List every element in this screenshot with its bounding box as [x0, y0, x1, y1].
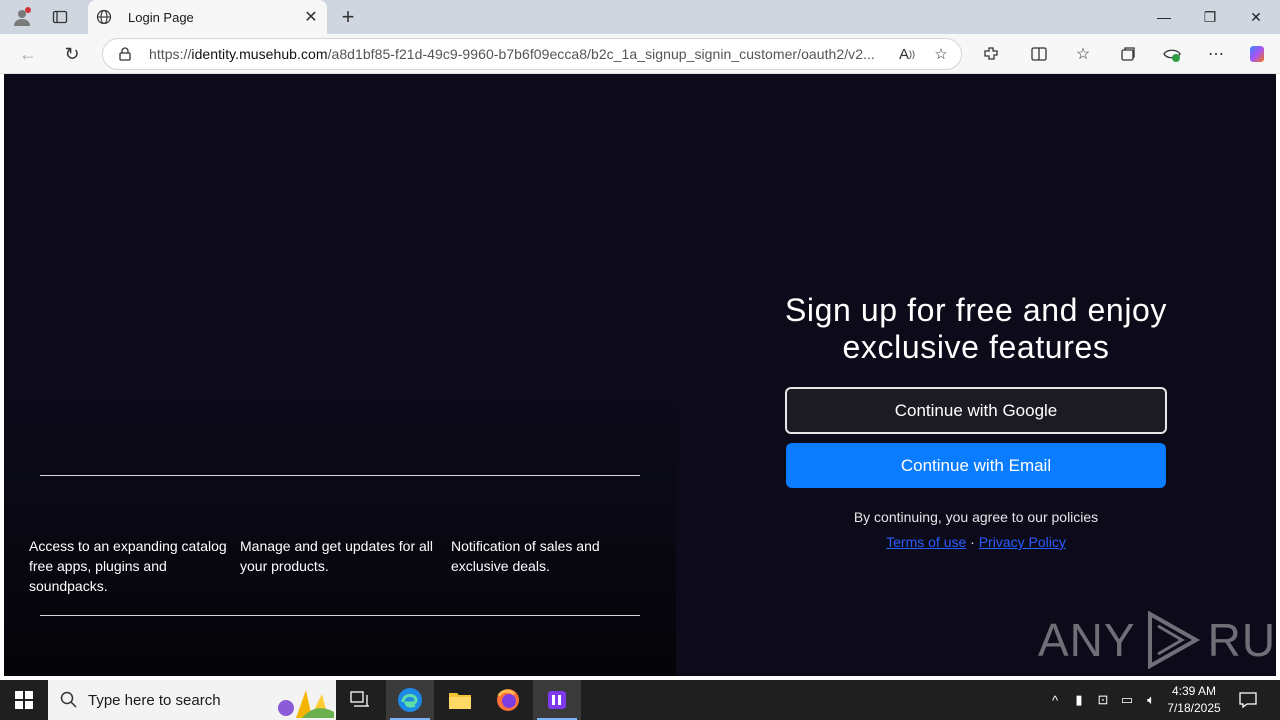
- top-divider: [40, 475, 640, 476]
- favorites-icon[interactable]: ☆: [1071, 42, 1095, 66]
- watermark-left: ANY: [1038, 614, 1136, 666]
- profile-icon[interactable]: [10, 5, 34, 29]
- link-separator: ·: [970, 534, 975, 550]
- search-icon: [60, 691, 77, 708]
- page-title: Sign up for free and enjoy exclusive fea…: [784, 292, 1168, 365]
- task-view-icon[interactable]: [336, 680, 384, 720]
- terms-of-use-link[interactable]: Terms of use: [886, 534, 966, 550]
- feature-deals: Notification of sales and exclusive deal…: [451, 538, 600, 574]
- browser-toolbar: ← ↻ https://identity.musehub.com/a8d1bf8…: [0, 34, 1280, 74]
- show-hidden-icons-icon[interactable]: ^: [1044, 680, 1066, 720]
- login-page: Access to an expanding catalog free apps…: [4, 74, 1276, 676]
- search-placeholder: Type here to search: [88, 691, 221, 709]
- continue-with-email-button[interactable]: Continue with Email: [786, 443, 1166, 488]
- musehub-taskbar-icon[interactable]: [533, 680, 581, 720]
- back-icon[interactable]: ←: [16, 42, 40, 66]
- play-icon: [1147, 610, 1200, 670]
- watermark-right: RUN: [1207, 614, 1276, 666]
- close-tab-icon[interactable]: ✕: [299, 5, 323, 29]
- policy-links: Terms of use · Privacy Policy: [776, 534, 1176, 550]
- collections-icon[interactable]: [1116, 42, 1140, 66]
- feature-updates: Manage and get updates for all your prod…: [240, 538, 434, 574]
- url-prefix: https://: [149, 46, 192, 62]
- firefox-icon[interactable]: [484, 680, 532, 720]
- settings-more-icon[interactable]: ⋯: [1204, 42, 1228, 66]
- restore-icon[interactable]: ❐: [1187, 0, 1233, 34]
- read-aloud-icon[interactable]: A)): [893, 40, 921, 68]
- search-highlight-illustration-icon: [278, 690, 334, 718]
- url-host: identity.musehub.com: [191, 46, 328, 62]
- volume-icon[interactable]: 🔈︎: [1140, 680, 1162, 720]
- privacy-policy-link[interactable]: Privacy Policy: [979, 534, 1066, 550]
- globe-icon: [96, 9, 112, 25]
- taskbar-clock[interactable]: 4:39 AM 7/18/2025: [1163, 683, 1225, 717]
- extensions-icon[interactable]: [979, 42, 1003, 66]
- edge-taskbar-icon[interactable]: [386, 680, 434, 720]
- hero-panel-gradient: [4, 394, 676, 676]
- taskbar-search-box[interactable]: Type here to search: [48, 680, 336, 720]
- browser-essentials-icon[interactable]: [1160, 42, 1184, 66]
- tab-title: Login Page: [128, 9, 194, 25]
- bottom-divider: [40, 615, 640, 616]
- minimize-icon[interactable]: —: [1141, 0, 1187, 34]
- file-explorer-icon[interactable]: [436, 680, 484, 720]
- anyrun-watermark: ANY RUN: [1038, 608, 1276, 672]
- favorite-star-icon[interactable]: ☆: [927, 40, 955, 68]
- continue-with-google-button[interactable]: Continue with Google: [785, 387, 1167, 434]
- network-icon[interactable]: ▭: [1116, 680, 1138, 720]
- notifications-icon[interactable]: [1234, 680, 1262, 720]
- windows-logo-icon: [15, 691, 33, 709]
- tray-app-icon[interactable]: ▮: [1068, 680, 1090, 720]
- tab-actions-icon[interactable]: [48, 5, 72, 29]
- tab-login-page[interactable]: Login Page ✕: [88, 0, 327, 34]
- address-bar[interactable]: https://identity.musehub.com/a8d1bf85-f2…: [102, 38, 962, 70]
- refresh-icon[interactable]: ↻: [60, 42, 84, 66]
- site-info-icon[interactable]: [117, 46, 133, 62]
- new-tab-icon[interactable]: +: [336, 4, 360, 29]
- close-window-icon[interactable]: ✕: [1233, 0, 1279, 34]
- meet-now-icon[interactable]: ⊡: [1092, 680, 1114, 720]
- clock-date: 7/18/2025: [1167, 701, 1221, 715]
- feature-catalog: Access to an expanding catalog free apps…: [29, 538, 227, 594]
- clock-time: 4:39 AM: [1171, 684, 1217, 698]
- url-text[interactable]: https://identity.musehub.com/a8d1bf85-f2…: [149, 46, 893, 62]
- policy-text: By continuing, you agree to our policies: [853, 509, 1099, 525]
- url-path: /a8d1bf85-f21d-49c9-9960-b7b6f09ecca8/b2…: [327, 46, 875, 62]
- split-screen-icon[interactable]: [1027, 42, 1051, 66]
- start-button[interactable]: [0, 680, 48, 720]
- windows-taskbar: Type here to search ^ ▮ ⊡ ▭ 🔈︎ 4:39 AM 7…: [0, 680, 1280, 720]
- browser-tab-strip: Login Page ✕ + — ❐ ✕: [0, 0, 1280, 34]
- copilot-icon[interactable]: [1245, 42, 1269, 66]
